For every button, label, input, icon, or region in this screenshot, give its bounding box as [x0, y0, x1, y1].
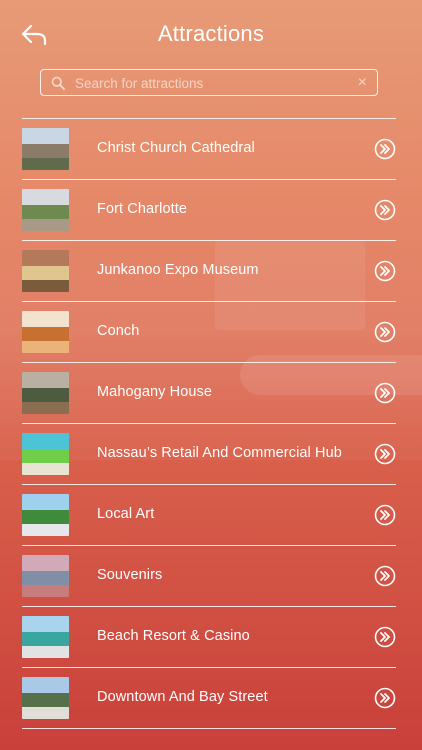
attraction-thumbnail — [22, 250, 69, 292]
list-item[interactable]: Souvenirs — [22, 546, 396, 607]
chevron-double-right-icon[interactable] — [374, 565, 396, 587]
attractions-list: Christ Church Cathedral Fort Charlotte Jun… — [22, 118, 396, 729]
attraction-thumbnail — [22, 433, 69, 475]
search-bar[interactable]: × — [40, 69, 378, 96]
attraction-label: Souvenirs — [97, 567, 163, 583]
attraction-thumbnail — [22, 128, 69, 170]
list-item[interactable]: Nassau’s Retail And Commercial Hub — [22, 424, 396, 485]
attraction-thumbnail — [22, 372, 69, 414]
search-input[interactable] — [73, 71, 347, 96]
list-item[interactable]: Conch — [22, 302, 396, 363]
attraction-label: Fort Charlotte — [97, 201, 188, 217]
attraction-label: Downtown And Bay Street — [97, 689, 268, 705]
chevron-double-right-icon[interactable] — [374, 443, 396, 465]
chevron-double-right-icon[interactable] — [374, 260, 396, 282]
list-item[interactable]: Mahogany House — [22, 363, 396, 424]
attraction-thumbnail — [22, 494, 69, 536]
list-item[interactable]: Local Art — [22, 485, 396, 546]
list-item[interactable]: Downtown And Bay Street — [22, 668, 396, 729]
chevron-double-right-icon[interactable] — [374, 321, 396, 343]
attraction-thumbnail — [22, 189, 69, 231]
list-item[interactable]: Christ Church Cathedral — [22, 119, 396, 180]
list-item[interactable]: Fort Charlotte — [22, 180, 396, 241]
attraction-thumbnail — [22, 677, 69, 719]
chevron-double-right-icon[interactable] — [374, 504, 396, 526]
list-item[interactable]: Beach Resort & Casino — [22, 607, 396, 668]
page-title: Attractions — [157, 21, 265, 46]
header-bar: Attractions — [0, 0, 422, 68]
attraction-thumbnail — [22, 555, 69, 597]
attraction-thumbnail — [22, 311, 69, 353]
chevron-double-right-icon[interactable] — [374, 687, 396, 709]
search-icon — [51, 76, 65, 90]
chevron-double-right-icon[interactable] — [374, 382, 396, 404]
chevron-double-right-icon[interactable] — [374, 138, 396, 160]
attraction-label: Junkanoo Expo Museum — [97, 262, 259, 278]
attraction-label: Beach Resort & Casino — [97, 628, 250, 644]
attraction-label: Christ Church Cathedral — [97, 140, 255, 156]
attraction-label: Local Art — [97, 506, 155, 522]
attraction-label: Conch — [97, 323, 140, 339]
chevron-double-right-icon[interactable] — [374, 626, 396, 648]
clear-search-icon[interactable]: × — [358, 73, 367, 93]
attraction-label: Mahogany House — [97, 384, 213, 400]
attraction-label: Nassau’s Retail And Commercial Hub — [97, 445, 342, 461]
list-item[interactable]: Junkanoo Expo Museum — [22, 241, 396, 302]
attraction-thumbnail — [22, 616, 69, 658]
chevron-double-right-icon[interactable] — [374, 199, 396, 221]
